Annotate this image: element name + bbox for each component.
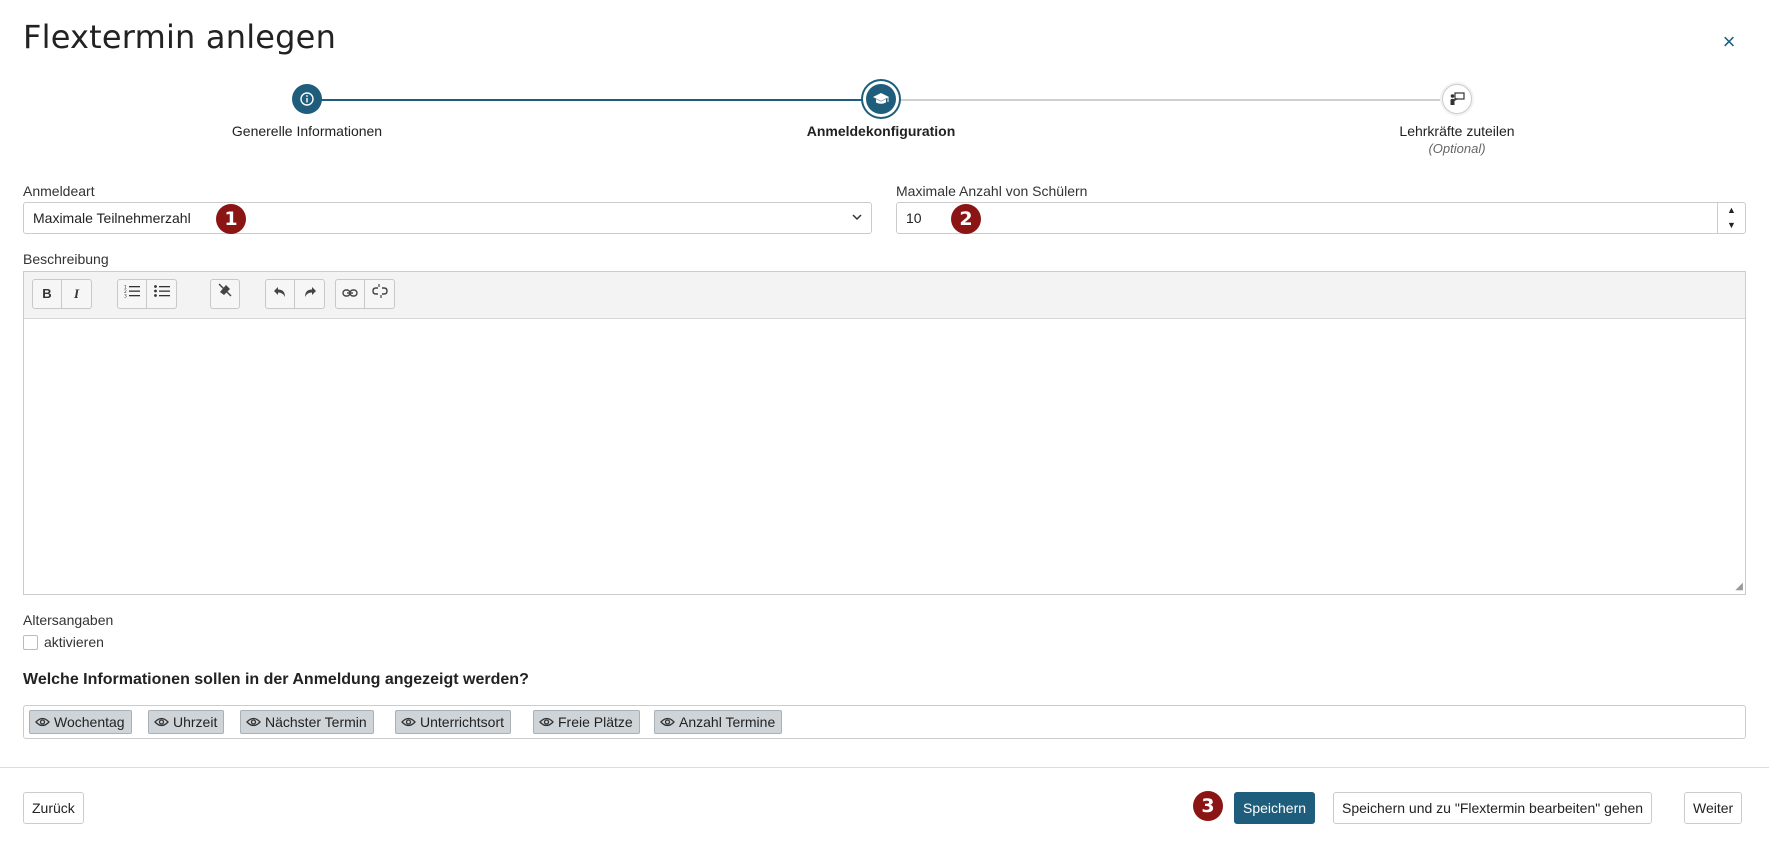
step-label: Generelle Informationen — [231, 123, 383, 139]
svg-text:3: 3 — [124, 294, 127, 299]
tag-naechster-termin[interactable]: Nächster Termin — [240, 710, 374, 734]
info-tags-field[interactable]: Wochentag Uhrzeit Nächster Termin Unterr… — [23, 705, 1746, 739]
ordered-list-icon[interactable]: 123 — [117, 279, 147, 309]
tag-unterrichtsort[interactable]: Unterrichtsort — [395, 710, 512, 734]
description-textarea[interactable] — [24, 319, 1745, 594]
teacher-icon — [1442, 84, 1472, 114]
decrement-arrow-icon[interactable]: ▼ — [1718, 218, 1745, 233]
tag-label: Uhrzeit — [173, 714, 218, 730]
age-checkbox[interactable] — [23, 635, 38, 650]
step-label: Anmeldekonfiguration — [806, 123, 956, 139]
eye-icon — [246, 711, 261, 733]
back-button[interactable]: Zurück — [23, 792, 84, 824]
registration-type-label: Anmeldeart — [23, 183, 95, 199]
tag-label: Anzahl Termine — [679, 714, 776, 730]
description-editor: B I 123 ◢ — [23, 271, 1746, 595]
eye-icon — [35, 711, 50, 733]
tag-label: Unterrichtsort — [420, 714, 505, 730]
info-icon — [292, 84, 322, 114]
max-students-label: Maximale Anzahl von Schülern — [896, 183, 1088, 199]
registration-type-select[interactable]: Maximale Teilnehmerzahl — [23, 202, 872, 234]
chevron-down-icon — [851, 203, 863, 244]
eye-icon — [660, 711, 675, 733]
footer-divider — [0, 767, 1769, 768]
tag-anzahl-termine[interactable]: Anzahl Termine — [654, 710, 783, 734]
next-button[interactable]: Weiter — [1684, 792, 1743, 824]
tag-freie-plaetze[interactable]: Freie Plätze — [533, 710, 640, 734]
annotation-badge-1: 1 — [216, 204, 246, 234]
undo-icon[interactable] — [265, 279, 295, 309]
graduation-cap-icon — [866, 84, 896, 114]
tag-wochentag[interactable]: Wochentag — [29, 710, 132, 734]
tag-uhrzeit[interactable]: Uhrzeit — [148, 710, 225, 734]
step-general-info[interactable]: Generelle Informationen — [157, 84, 457, 139]
step-registration-config[interactable]: Anmeldekonfiguration — [731, 84, 1031, 139]
step-label: Lehrkräfte zuteilen — [1399, 123, 1515, 139]
tag-label: Wochentag — [54, 714, 125, 730]
unordered-list-icon[interactable] — [147, 279, 177, 309]
redo-icon[interactable] — [295, 279, 325, 309]
step-optional-note: (Optional) — [1428, 141, 1486, 156]
italic-button[interactable]: I — [62, 279, 92, 309]
resize-handle-icon[interactable]: ◢ — [1735, 581, 1743, 592]
clear-format-icon[interactable] — [210, 279, 240, 309]
tag-label: Freie Plätze — [558, 714, 633, 730]
number-stepper[interactable]: ▲ ▼ — [1717, 203, 1745, 233]
editor-toolbar: B I 123 — [24, 272, 1745, 319]
max-students-input[interactable]: 10 ▲ ▼ — [896, 202, 1746, 234]
eye-icon — [539, 711, 554, 733]
bold-button[interactable]: B — [32, 279, 62, 309]
close-icon[interactable]: × — [1717, 30, 1741, 54]
annotation-badge-2: 2 — [951, 204, 981, 234]
increment-arrow-icon[interactable]: ▲ — [1718, 203, 1745, 218]
info-heading: Welche Informationen sollen in der Anmel… — [23, 671, 529, 688]
wizard-stepper: Generelle Informationen Anmeldekonfigura… — [0, 84, 1769, 164]
eye-icon — [401, 711, 416, 733]
page-title: Flextermin anlegen — [23, 18, 337, 56]
max-students-value: 10 — [906, 210, 922, 226]
step-assign-teachers[interactable]: Lehrkräfte zuteilen (Optional) — [1307, 84, 1607, 156]
save-button[interactable]: Speichern — [1234, 792, 1316, 824]
annotation-badge-3: 3 — [1193, 791, 1223, 821]
link-icon[interactable] — [335, 279, 365, 309]
age-label: Altersangaben — [23, 612, 114, 628]
unlink-icon[interactable] — [365, 279, 395, 309]
description-label: Beschreibung — [23, 251, 109, 267]
age-checkbox-label[interactable]: aktivieren — [44, 634, 104, 650]
registration-type-value: Maximale Teilnehmerzahl — [33, 210, 191, 226]
eye-icon — [154, 711, 169, 733]
tag-label: Nächster Termin — [265, 714, 367, 730]
save-and-edit-button[interactable]: Speichern und zu "Flextermin bearbeiten"… — [1333, 792, 1653, 824]
